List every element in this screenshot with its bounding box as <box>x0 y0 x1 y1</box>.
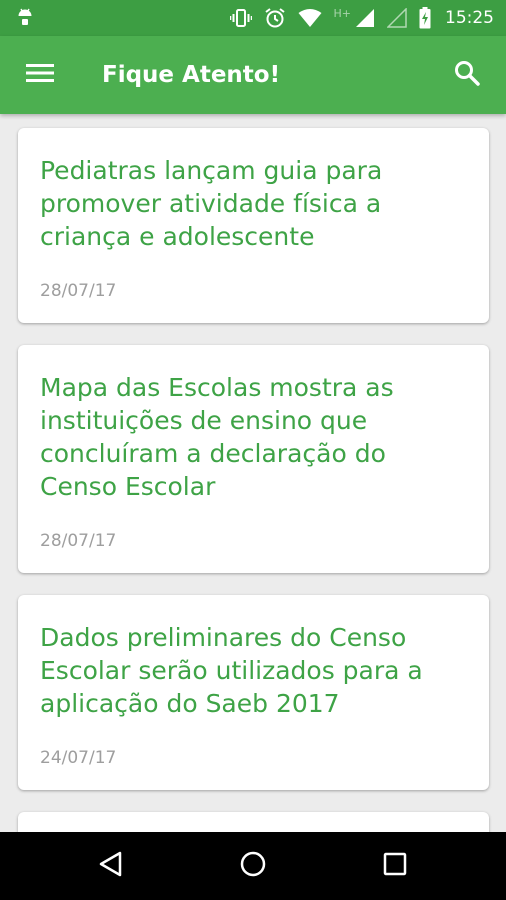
hamburger-menu-icon <box>26 62 54 88</box>
status-bar: H+ 15:25 <box>0 0 506 36</box>
battery-charging-icon <box>419 7 431 29</box>
news-card[interactable]: Mapa das Escolas mostra as instituições … <box>18 345 489 573</box>
news-card[interactable]: Pediatras lançam guia para promover ativ… <box>18 128 489 323</box>
alarm-icon <box>264 7 286 29</box>
back-button[interactable] <box>71 832 151 900</box>
news-title: Pediatras lançam guia para promover ativ… <box>40 156 383 251</box>
search-icon <box>454 60 480 90</box>
vibrate-icon <box>229 8 252 28</box>
back-icon <box>98 850 124 882</box>
menu-button[interactable] <box>0 36 80 114</box>
news-date: 28/07/17 <box>40 281 117 301</box>
signal-icon <box>355 8 375 28</box>
news-date: 24/07/17 <box>40 748 117 768</box>
app-bar: Fique Atento! <box>0 36 506 114</box>
wifi-icon <box>298 8 322 28</box>
search-button[interactable] <box>428 36 506 114</box>
recents-icon <box>383 852 407 880</box>
news-title: Dados preliminares do Censo Escolar serã… <box>40 623 423 718</box>
page-title: Fique Atento! <box>102 62 281 88</box>
news-date: 28/07/17 <box>40 531 117 551</box>
system-nav-bar <box>0 832 506 900</box>
news-title: Mapa das Escolas mostra as instituições … <box>40 373 394 501</box>
status-time: 15:25 <box>445 8 494 28</box>
news-card[interactable]: Dados preliminares do Censo Escolar serã… <box>18 595 489 790</box>
recents-button[interactable] <box>355 832 435 900</box>
signal-icon <box>387 8 407 28</box>
android-icon <box>16 6 34 30</box>
home-icon <box>239 850 267 882</box>
news-feed[interactable]: Pediatras lançam guia para promover ativ… <box>0 114 506 832</box>
home-button[interactable] <box>213 832 293 900</box>
news-card-partial[interactable] <box>18 812 489 832</box>
network-type: H+ <box>333 6 352 20</box>
